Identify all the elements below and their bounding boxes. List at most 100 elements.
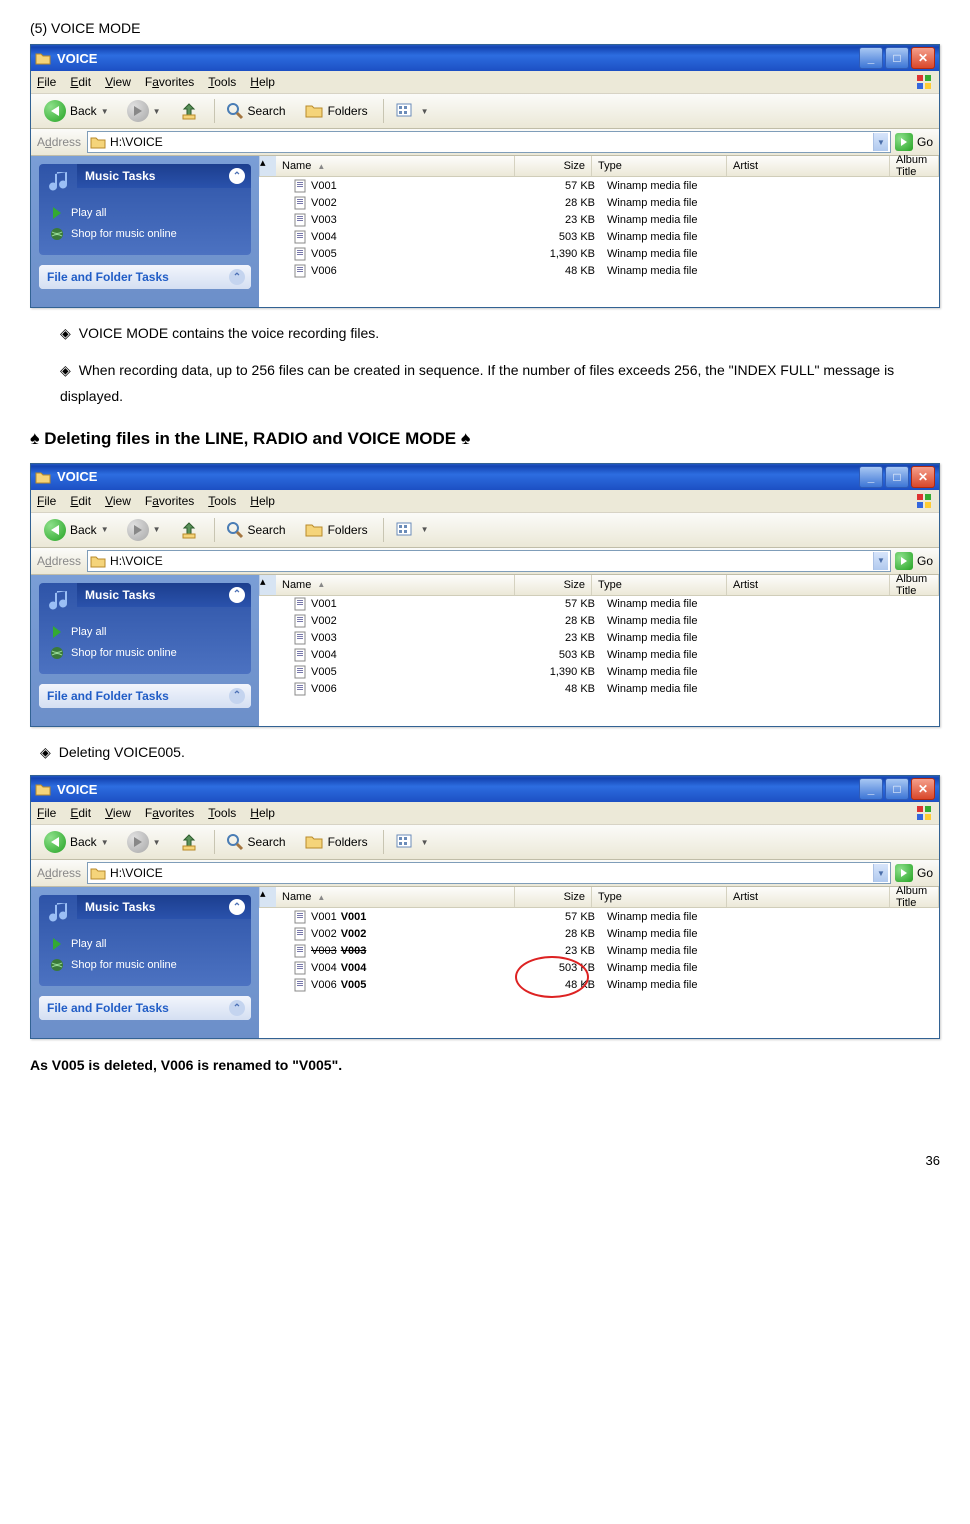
minimize-button[interactable]: _ (859, 47, 883, 69)
menu-tools[interactable]: Tools (208, 806, 236, 820)
views-button[interactable]: ▼ (388, 516, 436, 544)
music-tasks-header[interactable]: Music Tasks⌃ (77, 895, 251, 919)
table-row[interactable]: V004 503 KB Winamp media file (259, 228, 939, 245)
minimize-button[interactable]: _ (859, 778, 883, 800)
titlebar[interactable]: VOICE _ □ ✕ (31, 776, 939, 802)
minimize-button[interactable]: _ (859, 466, 883, 488)
close-button[interactable]: ✕ (911, 466, 935, 488)
menu-edit[interactable]: Edit (70, 806, 91, 820)
menu-file[interactable]: File (37, 75, 56, 89)
back-button[interactable]: Back▼ (37, 828, 116, 856)
close-button[interactable]: ✕ (911, 778, 935, 800)
menu-favorites[interactable]: Favorites (145, 494, 194, 508)
search-button[interactable]: Search (219, 828, 293, 856)
menu-help[interactable]: Help (250, 806, 275, 820)
go-button[interactable]: Go (895, 552, 933, 570)
music-tasks-header[interactable]: Music Tasks⌃ (77, 583, 251, 607)
views-button[interactable]: ▼ (388, 97, 436, 125)
collapse-icon[interactable]: ⌃ (229, 269, 245, 285)
col-size[interactable]: Size (515, 575, 592, 595)
menu-edit[interactable]: Edit (70, 494, 91, 508)
folders-button[interactable]: Folders (297, 828, 375, 856)
go-button[interactable]: Go (895, 864, 933, 882)
col-name[interactable]: Name▲ (276, 156, 515, 176)
col-name[interactable]: Name▲ (276, 887, 515, 907)
play-all-link[interactable]: Play all (49, 936, 241, 952)
col-size[interactable]: Size (515, 887, 592, 907)
scroll-up-button[interactable]: ▴ (259, 156, 276, 176)
collapse-icon[interactable]: ⌃ (229, 587, 245, 603)
menu-favorites[interactable]: Favorites (145, 806, 194, 820)
address-dropdown-icon[interactable]: ▼ (873, 864, 888, 882)
col-artist[interactable]: Artist (727, 156, 890, 176)
col-artist[interactable]: Artist (727, 887, 890, 907)
table-row[interactable]: V001 57 KB Winamp media file (259, 177, 939, 194)
search-button[interactable]: Search (219, 516, 293, 544)
up-button[interactable] (172, 97, 206, 125)
forward-button[interactable]: ▼ (120, 828, 168, 856)
menu-view[interactable]: View (105, 75, 131, 89)
col-album[interactable]: Album Title (890, 575, 939, 595)
menu-help[interactable]: Help (250, 494, 275, 508)
collapse-icon[interactable]: ⌃ (229, 168, 245, 184)
table-row[interactable]: V002V002 28 KB Winamp media file (259, 925, 939, 942)
titlebar[interactable]: VOICE _ □ ✕ (31, 464, 939, 490)
views-button[interactable]: ▼ (388, 828, 436, 856)
col-album[interactable]: Album Title (890, 156, 939, 176)
file-tasks-header[interactable]: File and Folder Tasks⌃ (39, 996, 251, 1020)
collapse-icon[interactable]: ⌃ (229, 1000, 245, 1016)
address-field[interactable]: H:\VOICE ▼ (87, 131, 891, 153)
table-row[interactable]: V002 28 KB Winamp media file (259, 194, 939, 211)
menu-edit[interactable]: Edit (70, 75, 91, 89)
menu-help[interactable]: Help (250, 75, 275, 89)
music-tasks-header[interactable]: Music Tasks⌃ (77, 164, 251, 188)
table-row[interactable]: V001 57 KB Winamp media file (259, 596, 939, 613)
address-field[interactable]: H:\VOICE ▼ (87, 550, 891, 572)
col-artist[interactable]: Artist (727, 575, 890, 595)
go-button[interactable]: Go (895, 133, 933, 151)
table-row[interactable]: V003V003 23 KB Winamp media file (259, 942, 939, 959)
maximize-button[interactable]: □ (885, 466, 909, 488)
menu-tools[interactable]: Tools (208, 494, 236, 508)
table-row[interactable]: V006 48 KB Winamp media file (259, 681, 939, 698)
col-type[interactable]: Type (592, 575, 727, 595)
maximize-button[interactable]: □ (885, 47, 909, 69)
table-row[interactable]: V004 503 KB Winamp media file (259, 647, 939, 664)
address-dropdown-icon[interactable]: ▼ (873, 133, 888, 151)
search-button[interactable]: Search (219, 97, 293, 125)
col-name[interactable]: Name▲ (276, 575, 515, 595)
up-button[interactable] (172, 828, 206, 856)
back-button[interactable]: Back▼ (37, 97, 116, 125)
table-row[interactable]: V005 1,390 KB Winamp media file (259, 664, 939, 681)
shop-online-link[interactable]: Shop for music online (49, 645, 241, 661)
file-tasks-header[interactable]: File and Folder Tasks⌃ (39, 684, 251, 708)
col-type[interactable]: Type (592, 887, 727, 907)
back-button[interactable]: Back▼ (37, 516, 116, 544)
forward-button[interactable]: ▼ (120, 97, 168, 125)
scroll-up-button[interactable]: ▴ (259, 887, 276, 907)
table-row[interactable]: V002 28 KB Winamp media file (259, 613, 939, 630)
maximize-button[interactable]: □ (885, 778, 909, 800)
play-all-link[interactable]: Play all (49, 624, 241, 640)
menu-file[interactable]: File (37, 494, 56, 508)
address-field[interactable]: H:\VOICE ▼ (87, 862, 891, 884)
forward-button[interactable]: ▼ (120, 516, 168, 544)
menu-favorites[interactable]: Favorites (145, 75, 194, 89)
collapse-icon[interactable]: ⌃ (229, 688, 245, 704)
menu-file[interactable]: File (37, 806, 56, 820)
col-size[interactable]: Size (515, 156, 592, 176)
close-button[interactable]: ✕ (911, 47, 935, 69)
menu-view[interactable]: View (105, 806, 131, 820)
collapse-icon[interactable]: ⌃ (229, 899, 245, 915)
play-all-link[interactable]: Play all (49, 205, 241, 221)
file-tasks-header[interactable]: File and Folder Tasks⌃ (39, 265, 251, 289)
address-dropdown-icon[interactable]: ▼ (873, 552, 888, 570)
table-row[interactable]: V003 23 KB Winamp media file (259, 211, 939, 228)
menu-tools[interactable]: Tools (208, 75, 236, 89)
up-button[interactable] (172, 516, 206, 544)
table-row[interactable]: V006 48 KB Winamp media file (259, 262, 939, 279)
col-album[interactable]: Album Title (890, 887, 939, 907)
table-row[interactable]: V003 23 KB Winamp media file (259, 630, 939, 647)
shop-online-link[interactable]: Shop for music online (49, 226, 241, 242)
table-row[interactable]: V004V004 503 KB Winamp media file (259, 959, 939, 976)
